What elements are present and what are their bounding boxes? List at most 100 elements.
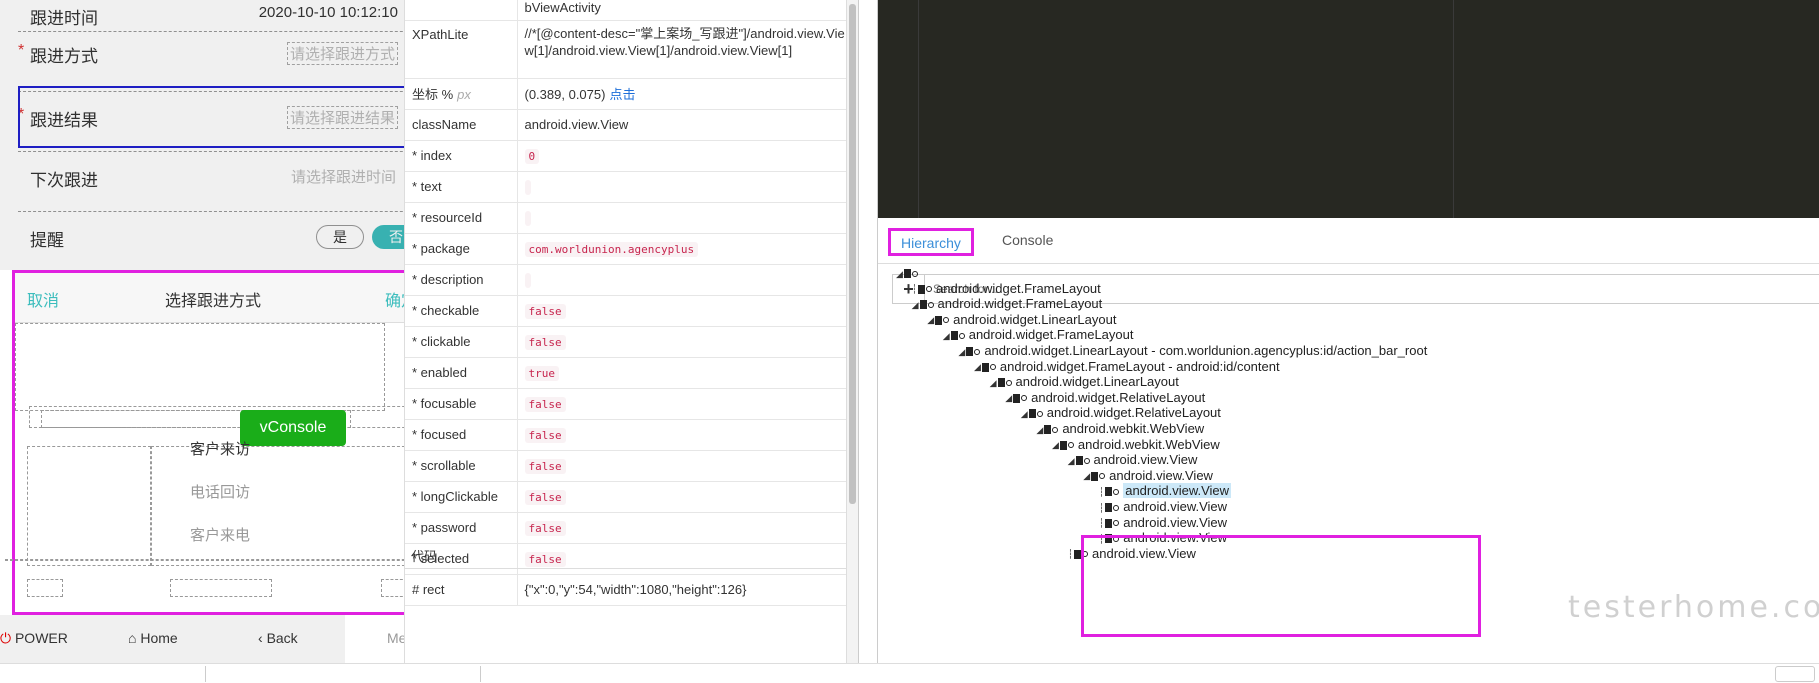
inspector-panel: Hierarchy Console + ◢┆android.widget.Fra… [878,0,1819,663]
prop-row: * scrollable false [405,450,858,482]
expand-arrow-icon[interactable]: ◢ [896,265,903,283]
picker-option[interactable]: 客户来电 [190,524,250,545]
preview-gutter [918,0,919,218]
prop-key: className [405,109,518,141]
vconsole-button[interactable]: vConsole [240,410,346,446]
expand-arrow-icon[interactable]: ◢ [990,374,997,392]
device-screen[interactable]: 跟进时间 2020-10-10 10:12:10 * 跟进方式 请选择跟进方式 … [0,0,405,683]
prop-value: (0.389, 0.075) 点击 [517,78,858,110]
prop-key-label: * enabled [412,365,467,380]
prop-value: false [517,326,858,358]
picker-cancel-button[interactable]: 取消 [27,287,59,311]
watermark: testerhome.com [1568,590,1819,625]
tab-console[interactable]: Console [992,228,1063,256]
node-icon [1028,409,1036,419]
prop-key-label: * checkable [412,303,480,318]
node-icon [903,269,911,279]
expand-arrow-icon[interactable]: ◢ [1068,452,1075,470]
prop-code-value: false [524,428,566,443]
prop-row: * focused false [405,419,858,451]
prop-key: * longClickable [405,481,518,513]
node-circle-icon [927,301,934,308]
strip-divider [480,666,481,682]
tree-node-label: android.widget.RelativeLayout [1046,405,1221,421]
prop-code-value: true [524,366,559,381]
picker-confirm-button[interactable]: 确定 [385,287,405,311]
prop-value: false [517,295,858,327]
picker-cell [170,579,272,597]
expand-arrow-icon[interactable]: ◢ [1083,467,1090,485]
code-area[interactable] [405,568,858,663]
prop-value [517,171,858,203]
expand-arrow-icon[interactable]: ◢ [927,311,934,329]
panel-splitter[interactable] [858,0,878,663]
node-circle-icon [1099,473,1106,480]
chevron-left-icon: ‹ [258,630,263,646]
prop-key-label: * password [412,520,477,535]
prop-text-value: (0.389, 0.075) [524,87,606,102]
highlight-box [1081,535,1481,637]
prop-row: * text [405,171,858,203]
prop-code-value: false [524,490,566,505]
power-button[interactable]: ⏻ POWER [0,630,68,647]
props-scrollbar[interactable] [846,0,858,663]
tap-link[interactable]: 点击 [609,87,635,102]
menu-button[interactable]: Menu [345,615,405,663]
prop-key-label: XPathLite [412,26,469,42]
home-button[interactable]: ⌂ Home [128,630,178,646]
picker-area [15,323,385,411]
strip-control[interactable] [1775,666,1815,682]
properties-table: bViewActivity XPathLite //*[@content-desc… [405,0,858,606]
expand-arrow-icon[interactable]: ◢ [912,296,919,314]
tab-hierarchy[interactable]: Hierarchy [888,228,974,256]
prop-key: * resourceId [405,202,518,234]
prop-value: android.view.View [517,109,858,141]
expand-arrow-icon[interactable]: ◢ [1052,436,1059,454]
home-icon: ⌂ [128,630,137,646]
scroll-thumb[interactable] [849,4,856,504]
prop-key-label: * focused [412,427,467,442]
prop-row: * description [405,264,858,296]
expand-arrow-icon[interactable]: ◢ [1021,405,1028,423]
picker-option[interactable]: 电话回访 [190,481,250,502]
device-toolbar: ⏻ POWER ⌂ Home ‹ Back Menu [0,615,405,663]
prop-key: * clickable [405,326,518,358]
expand-arrow-icon[interactable]: ◢ [1005,389,1012,407]
prop-text-value: //*[@content-desc="掌上案场_写跟进"]/android.vi… [524,25,845,58]
prop-code-value: com.worldunion.agencyplus [524,242,699,257]
back-button[interactable]: ‹ Back [258,630,298,646]
picker-option[interactable]: 客户来访 [190,438,250,459]
properties-panel: bViewActivity XPathLite //*[@content-desc… [404,0,858,663]
prop-key: * package [405,233,518,265]
prop-code-value: false [524,304,566,319]
picker-left-col [27,446,151,566]
prop-row: XPathLite //*[@content-desc="掌上案场_写跟进"]/a… [405,20,858,79]
node-circle-icon [943,317,950,324]
prop-code-value [524,273,531,288]
prop-row: * resourceId [405,202,858,234]
node-circle-icon [958,332,965,339]
expand-arrow-icon[interactable]: ◢ [943,327,950,345]
prop-code-value: false [524,459,566,474]
expand-arrow-icon[interactable]: ◢ [1036,421,1043,439]
node-icon [1075,456,1083,466]
node-icon [981,362,989,372]
node-circle-icon [1052,426,1059,433]
node-icon [1013,393,1021,403]
expand-arrow-icon[interactable]: ◢ [974,358,981,376]
prop-value: false [517,481,858,513]
prop-text-value: android.view.View [524,117,629,132]
home-label: Home [140,630,178,646]
prop-code-value: false [524,397,566,412]
prop-row: * password false [405,512,858,544]
tree-node-label: android.widget.LinearLayout - com.worldu… [984,343,1428,358]
prop-code-value: false [524,335,566,350]
prop-value: //*[@content-desc="掌上案场_写跟进"]/android.vi… [517,20,858,79]
power-icon: ⏻ [0,630,12,646]
node-circle-icon [1113,504,1120,511]
expand-arrow-icon[interactable]: ◢ [958,343,965,361]
prop-row: className android.view.View [405,109,858,141]
prop-code-value [524,211,531,226]
node-icon [935,315,943,325]
tree-node-label: android.widget.FrameLayout - android:id/… [999,358,1280,374]
